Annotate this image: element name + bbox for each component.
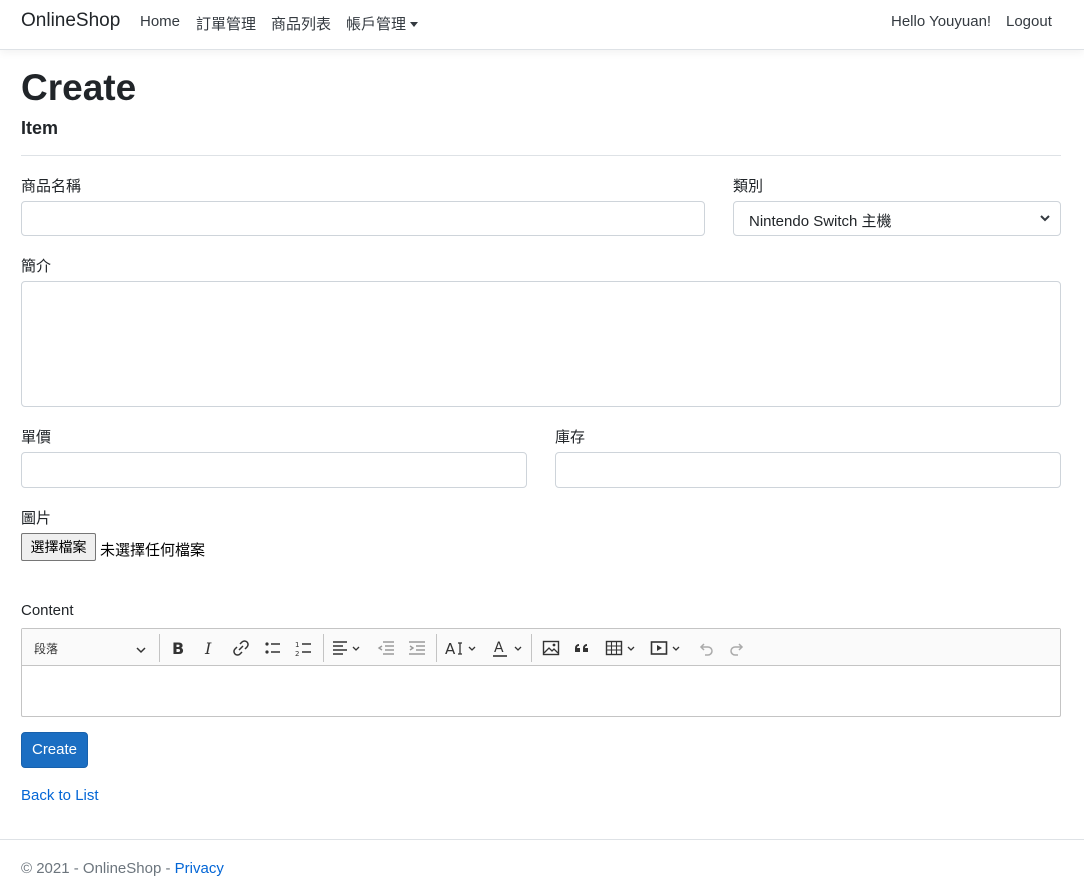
bulleted-list-icon[interactable] [264,637,282,659]
intro-label: 簡介 [21,258,52,275]
nav-account-label: 帳戶管理 [346,16,407,33]
chevron-down-icon [136,642,146,659]
footer-divider [0,839,1084,840]
indent-icon[interactable] [408,637,426,659]
bold-icon[interactable]: B [169,637,187,659]
media-icon[interactable] [650,637,686,659]
undo-icon[interactable] [697,637,715,659]
toolbar-separator [323,634,324,662]
toolbar-separator [531,634,532,662]
blockquote-icon[interactable] [573,637,591,659]
nav-products[interactable]: 商品列表 [271,13,331,34]
outdent-icon[interactable] [377,637,395,659]
file-status-text: 未選擇任何檔案 [100,542,206,559]
numbered-list-icon[interactable]: 12 [295,637,313,659]
chevron-down-icon [1039,210,1051,230]
nav-home[interactable]: Home [140,13,180,30]
italic-icon[interactable]: I [201,637,219,659]
price-input[interactable] [21,452,527,488]
intro-textarea[interactable] [21,281,1061,407]
stock-label: 庫存 [555,429,586,446]
name-input[interactable] [21,201,705,236]
link-icon[interactable] [232,637,250,659]
nav-orders[interactable]: 訂單管理 [196,13,256,34]
redo-icon[interactable] [728,637,746,659]
nav-account-dropdown[interactable]: 帳戶管理 [346,13,419,34]
category-select[interactable]: Nintendo Switch 主機 [733,201,1061,236]
heading-dropdown-label: 段落 [34,642,59,656]
top-navbar: OnlineShop Home 訂單管理 商品列表 帳戶管理 Hello You… [0,0,1084,50]
category-label: 類別 [733,178,764,195]
logout-button[interactable]: Logout [1006,13,1052,30]
page-title: Create [21,67,137,108]
svg-text:A: A [445,640,456,657]
toolbar-separator [436,634,437,662]
content-label: Content [21,602,74,619]
svg-text:1: 1 [295,641,299,649]
svg-text:A: A [494,640,504,656]
back-to-list-link[interactable]: Back to List [21,787,99,804]
table-icon[interactable] [605,637,641,659]
choose-file-button[interactable]: 選擇檔案 [21,533,96,561]
page-subtitle: Item [21,118,59,138]
editor-toolbar: 段落 B I 12 A A [22,629,1060,666]
category-selected-value: Nintendo Switch 主機 [749,213,892,230]
heading-dropdown[interactable]: 段落 [22,629,156,666]
create-button[interactable]: Create [21,732,88,768]
rich-text-editor: 段落 B I 12 A A [21,628,1061,717]
footer-copyright: © 2021 - OnlineShop - [21,860,175,877]
svg-text:I: I [204,639,212,657]
svg-text:B: B [172,639,184,657]
align-icon[interactable] [332,637,362,659]
stock-input[interactable] [555,452,1061,488]
brand-link[interactable]: OnlineShop [21,10,120,32]
font-color-icon[interactable]: A [492,637,526,659]
image-label: 圖片 [21,510,52,527]
name-label: 商品名稱 [21,178,82,195]
privacy-link[interactable]: Privacy [175,860,224,877]
font-size-icon[interactable]: A [445,637,481,659]
price-label: 單價 [21,429,52,446]
svg-text:2: 2 [295,650,299,657]
caret-down-icon [410,22,419,27]
footer: © 2021 - OnlineShop - Privacy [21,860,224,877]
user-greeting[interactable]: Hello Youyuan! [891,13,991,30]
image-icon[interactable] [542,637,560,659]
editor-content-area[interactable] [22,666,1060,716]
toolbar-separator [159,634,160,662]
divider [21,155,1061,156]
